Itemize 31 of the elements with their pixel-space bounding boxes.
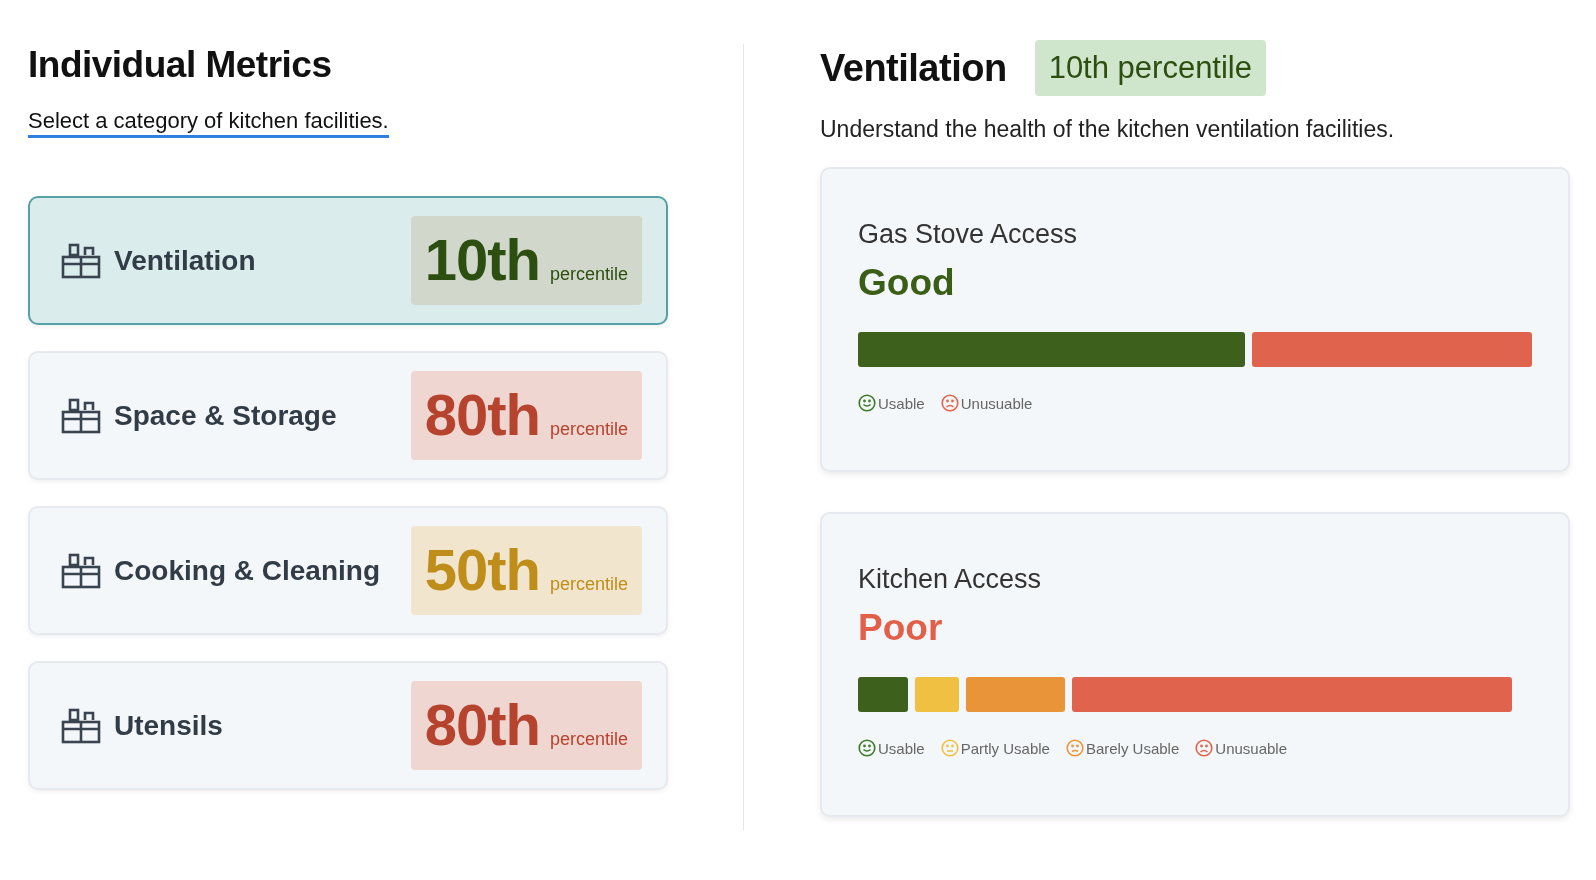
rank-unit: percentile: [549, 419, 628, 440]
detail-title: Ventilation: [820, 46, 1007, 90]
rating-text: Poor: [858, 607, 944, 649]
percentile-badge: 10th percentile: [1034, 40, 1266, 96]
category-label: Ventilation: [114, 244, 257, 277]
section-title: Individual Metrics: [28, 44, 333, 86]
legend-label: Usable: [878, 739, 925, 757]
rank-value: 10th: [424, 226, 540, 293]
description-text: Understand the health of the kitchen ventilation facilities.: [820, 116, 1396, 143]
rank-unit: percentile: [549, 574, 628, 595]
legend-label: Unusuable: [1215, 739, 1287, 757]
subtitle-text: Select a category of kitchen facilities.: [28, 108, 389, 138]
legend-label: Barely Usable: [1085, 739, 1180, 757]
metric-title: Gas Stove Access: [858, 219, 1079, 250]
category-card[interactable]: Utensils 80th percentile: [28, 661, 668, 790]
rank-value: 80th: [424, 691, 540, 758]
category-card[interactable]: Cooking & Cleaning 50th percentile: [28, 506, 668, 635]
legend-label: Usable: [878, 394, 925, 412]
category-card[interactable]: Space & Storage 80th percentile: [28, 351, 668, 480]
legend-label: Partly Usable: [960, 739, 1050, 757]
metric-title: Kitchen Access: [858, 564, 1043, 595]
category-label: Cooking & Cleaning: [114, 554, 381, 587]
rank-unit: percentile: [549, 729, 628, 750]
rank-value: 80th: [424, 381, 540, 448]
category-card[interactable]: Ventilation 10th percentile: [28, 196, 668, 325]
category-label: Utensils: [114, 709, 224, 742]
rank-unit: percentile: [549, 264, 628, 285]
rank-value: 50th: [424, 536, 540, 603]
rating-text: Good: [858, 262, 956, 304]
legend-label: Unusuable: [960, 394, 1033, 412]
category-label: Space & Storage: [114, 399, 338, 432]
